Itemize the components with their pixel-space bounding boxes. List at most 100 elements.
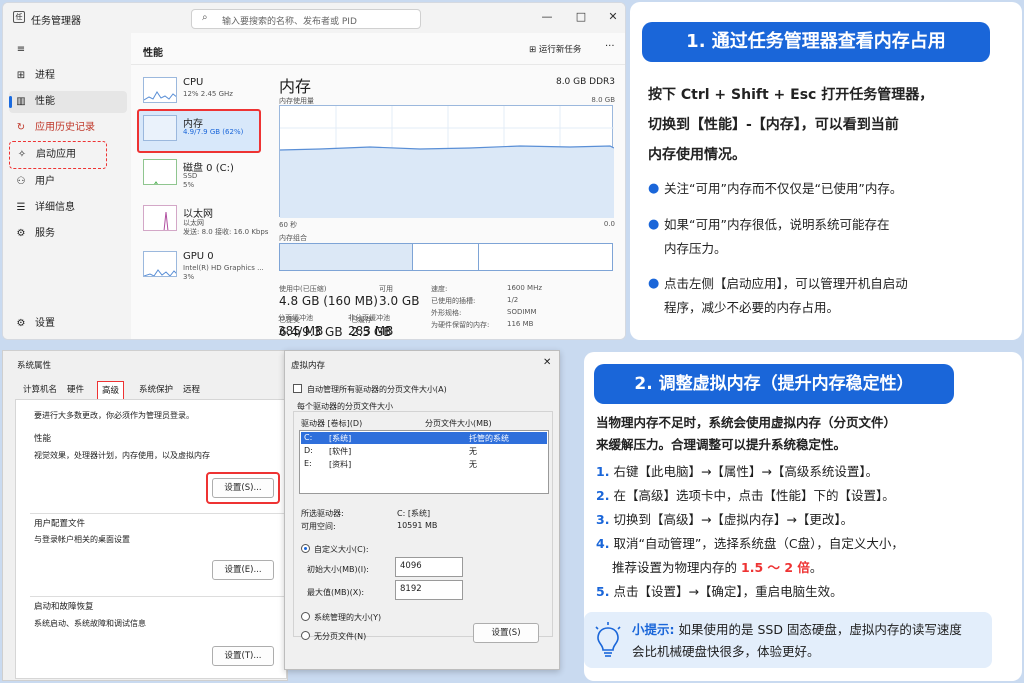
tab-remote[interactable]: 远程 [179,381,204,399]
bullet-icon: ● [648,181,660,196]
system-managed-radio[interactable] [301,612,310,621]
services-icon: ⚙ [16,228,26,239]
device-memory[interactable]: 内存 4.9/7.9 GB (62%) [137,109,261,153]
sidebar-item-label: 应用历史记录 [35,122,95,133]
device-stat: 12% 2.45 GHz [183,90,233,98]
virtual-memory-dialog: 虚拟内存 ✕ 自动管理所有驱动器的分页文件大小(A) 每个驱动器的分页文件大小 … [284,350,560,670]
close-icon[interactable]: ✕ [605,9,621,25]
bullet-line: 关注“可用”内存而不仅仅是“已使用”内存。 [664,181,903,196]
sidebar-item-processes[interactable]: ⊞ 进程 [9,65,127,87]
minimize-icon[interactable]: — [539,9,555,25]
processes-icon: ⊞ [16,70,26,81]
startup-settings-button[interactable]: 设置(T)... [212,646,274,666]
memory-title: 内存 [279,77,312,96]
memory-usage-graph [279,105,615,218]
set-button[interactable]: 设置(S) [473,623,539,643]
sidebar-item-services[interactable]: ⚙ 服务 [9,223,127,245]
main-panel: 性能 ⊞ 运行新任务 ··· CPU 12% 2.45 GHz 内存 4.9/7… [131,33,625,339]
device-disk[interactable]: 磁盘 0 (C:) SSD 5% [139,155,259,197]
device-name: CPU [183,77,204,88]
tab-system-protection[interactable]: 系统保护 [135,381,177,399]
device-stat: 4.9/7.9 GB (62%) [183,128,244,136]
step-text: 右键【此电脑】→【属性】→【高级系统设置】。 [613,464,879,479]
divider [30,596,284,597]
tip-label: 小提示: [632,622,675,637]
device-gpu[interactable]: GPU 0 Intel(R) HD Graphics ... 3% [139,247,264,289]
device-stat: 发送: 8.0 接收: 16.0 Kbps [183,228,269,236]
bullet-icon: ● [648,276,660,291]
paged-pool-label: 分页缓冲池 [278,314,313,322]
custom-size-radio[interactable] [301,544,310,553]
close-icon[interactable]: ✕ [543,357,551,368]
step-1: 1. 右键【此电脑】→【属性】→【高级系统设置】。 [596,462,878,482]
run-new-task-button[interactable]: ⊞ 运行新任务 [529,42,581,58]
lightbulb-icon [595,622,621,657]
memory-composition-bar [279,243,613,271]
spec-key: 已使用的插槽: [431,297,476,305]
task-manager-app-icon: 任 [13,11,25,23]
drive-size: 无 [469,460,477,469]
composition-divider [478,244,479,270]
bullet-line: 点击左侧【启动应用】，可以管理开机自启动 [664,276,908,291]
memory-detail: 内存 8.0 GB DDR3 内存使用量 8.0 GB 60 秒 0.0 内存组… [271,65,623,339]
gpu-thumbnail [143,251,177,277]
sidebar-item-app-history[interactable]: ↻ 应用历史记录 [9,117,127,139]
sidebar-item-label: 详细信息 [35,202,75,213]
no-paging-radio[interactable] [301,631,310,640]
sidebar-item-performance[interactable]: ▥ 性能 [9,91,127,113]
bullet-item: ● 点击左侧【启动应用】，可以管理开机自启动 程序，减少不必要的内存占用。 [648,272,1008,320]
sidebar-item-label: 进程 [35,70,55,81]
step-number: 3. [596,512,610,527]
callout2-intro: 当物理内存不足时，系统会使用虚拟内存（分页文件） 来缓解压力。合理调整可以提升系… [596,412,896,456]
device-stat: 3% [183,273,195,281]
startup-section-title: 启动和故障恢复 [34,602,94,612]
spec-value: SODIMM [507,308,537,316]
profile-section-title: 用户配置文件 [34,519,86,529]
admin-note: 要进行大多数更改，你必须作为管理员登录。 [34,411,194,420]
search-placeholder: 输入要搜索的名称、发布者或 PID [222,17,357,27]
step-text: 点击【设置】→【确定】，重启电脑生效。 [613,584,843,599]
initial-size-input[interactable]: 4096 [395,557,463,577]
profile-settings-button[interactable]: 设置(E)... [212,560,274,580]
spec-value: 1/2 [507,296,519,304]
more-options-icon[interactable]: ··· [605,41,615,52]
performance-settings-button[interactable]: 设置(S)... [212,478,274,498]
device-list: CPU 12% 2.45 GHz 内存 4.9/7.9 GB (62%) 磁盘 … [131,65,268,339]
column-size: 分页文件大小(MB) [425,419,492,428]
auto-manage-checkbox[interactable] [293,384,302,393]
sidebar-item-startup-apps[interactable]: ✧ 启动应用 [9,141,107,169]
drive-size: 无 [469,447,477,456]
users-icon: ⚇ [16,176,26,187]
sidebar-item-menu[interactable]: ≡ [9,39,127,61]
spec-key: 速度: [431,285,448,293]
spec-key: 外形规格: [431,309,462,317]
custom-size-label: 自定义大小(C): [314,545,369,554]
step-2: 2. 在【高级】选项卡中，点击【性能】下的【设置】。 [596,486,895,506]
search-input[interactable]: ⌕ 输入要搜索的名称、发布者或 PID [191,9,421,29]
usage-max: 8.0 GB [591,96,615,104]
tab-computer-name[interactable]: 计算机名 [19,381,61,399]
sidebar-item-settings[interactable]: ⚙ 设置 [9,313,127,335]
step-number: 1. [596,464,610,479]
step-highlight: 1.5 ～ 2 倍 [741,560,810,575]
in-use-label: 使用中(已压缩) [279,285,327,293]
drive-row-selected[interactable]: C: [系统] 托管的系统 [301,432,547,444]
device-ethernet[interactable]: 以太网 以太网 发送: 8.0 接收: 16.0 Kbps [139,201,268,243]
maximize-icon[interactable]: □ [573,9,589,25]
max-size-input[interactable]: 8192 [395,580,463,600]
sidebar-item-users[interactable]: ⚇ 用户 [9,171,127,193]
available-value: 3.0 GB [379,294,420,308]
drive-letter: C: [304,433,313,442]
sidebar-item-details[interactable]: ☰ 详细信息 [9,197,127,219]
callout-task-manager: 1. 通过任务管理器查看内存占用 按下 Ctrl + Shift + Esc 打… [630,2,1022,340]
performance-icon: ▥ [16,96,26,107]
drive-row[interactable]: D: [软件] 无 [301,445,547,457]
tab-advanced[interactable]: 高级 [97,381,125,399]
drive-row[interactable]: E: [资料] 无 [301,458,547,470]
step-5: 5. 点击【设置】→【确定】，重启电脑生效。 [596,582,843,602]
bullet-line: 内存压力。 [664,241,727,256]
sidebar-item-label: 用户 [35,176,55,187]
tab-hardware[interactable]: 硬件 [63,381,88,399]
step-number: 4. [596,536,610,551]
tip-box: 小提示: 如果使用的是 SSD 固态硬盘，虚拟内存的读写速度 会比机械硬盘快很多… [584,612,992,668]
